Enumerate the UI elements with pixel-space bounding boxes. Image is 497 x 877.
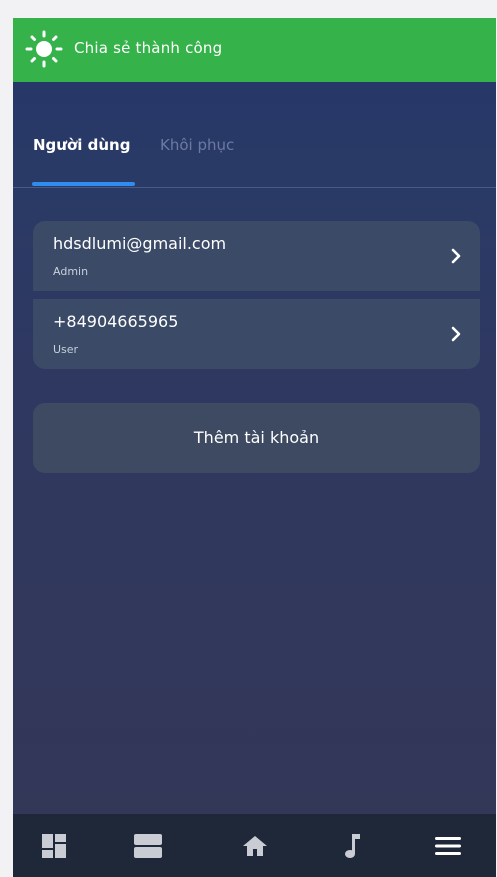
toast-message: Chia sẻ thành công <box>74 39 223 57</box>
tab-bar: Người dùng Khôi phục <box>13 118 496 188</box>
tab-restore[interactable]: Khôi phục <box>160 136 234 154</box>
home-icon <box>243 835 267 856</box>
user-account: +84904665965 <box>53 312 179 331</box>
app-screen: Chia sẻ thành công Người dùng Khôi phục … <box>13 18 496 877</box>
nav-music[interactable] <box>322 814 382 877</box>
devices-icon <box>134 833 162 858</box>
success-toast: Chia sẻ thành công <box>13 18 496 82</box>
tab-users[interactable]: Người dùng <box>33 136 130 154</box>
add-account-button[interactable]: Thêm tài khoản <box>33 403 480 473</box>
music-icon <box>345 833 360 858</box>
chevron-right-icon <box>451 326 461 342</box>
active-tab-indicator <box>32 182 135 186</box>
user-row-admin[interactable]: hdsdlumi@gmail.com Admin <box>33 221 480 291</box>
nav-home[interactable] <box>225 814 285 877</box>
user-row-user[interactable]: +84904665965 User <box>33 299 480 369</box>
chevron-right-icon <box>451 248 461 264</box>
menu-icon <box>435 836 461 855</box>
dashboard-icon <box>42 833 66 858</box>
user-role: Admin <box>53 265 89 278</box>
user-account: hdsdlumi@gmail.com <box>53 234 227 253</box>
nav-dashboard[interactable] <box>24 814 84 877</box>
user-role: User <box>53 343 79 356</box>
tabs-divider <box>13 187 496 188</box>
nav-devices[interactable] <box>118 814 178 877</box>
bottom-navigation <box>13 814 496 877</box>
sun-icon <box>25 30 63 68</box>
nav-menu[interactable] <box>418 814 478 877</box>
